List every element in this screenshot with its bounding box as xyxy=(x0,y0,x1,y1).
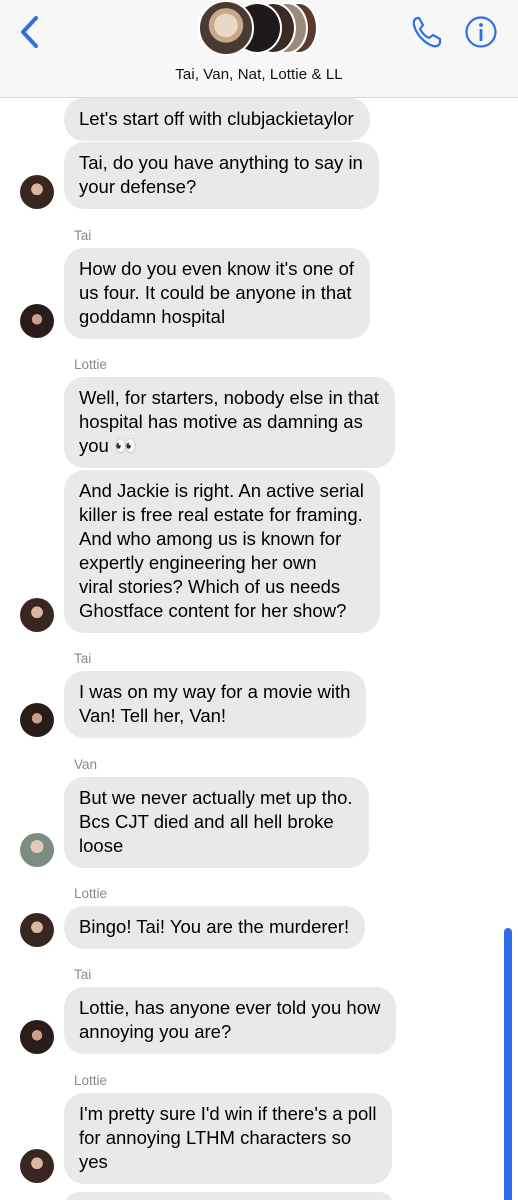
group-avatars[interactable] xyxy=(198,0,328,58)
scrollbar[interactable] xyxy=(504,928,512,1200)
conversation-title[interactable]: Tai, Van, Nat, Lottie & LL xyxy=(0,66,518,83)
sender-name: Van xyxy=(74,757,98,772)
chevron-left-icon[interactable] xyxy=(14,14,46,50)
lottie-avatar[interactable] xyxy=(20,913,54,947)
phone-icon[interactable] xyxy=(410,14,444,50)
lottie-avatar[interactable] xyxy=(20,1149,54,1183)
info-icon[interactable] xyxy=(464,15,498,49)
sender-name: Lottie xyxy=(74,357,108,372)
lottie-avatar[interactable] xyxy=(20,175,54,209)
group-avatar-1 xyxy=(198,0,254,56)
message-bubble[interactable]: I was on my way for a movie with Van! Te… xyxy=(64,671,367,738)
message-bubble[interactable]: I'm pretty sure I'd win if there's a pol… xyxy=(64,1093,393,1184)
sender-name: Lottie xyxy=(74,886,108,901)
conversation-header: Tai, Van, Nat, Lottie & LL xyxy=(0,0,518,98)
tai-avatar[interactable] xyxy=(20,1020,54,1054)
message-bubble[interactable]: Well, for starters, nobody else in that … xyxy=(64,377,395,468)
message-thread[interactable]: Let's start off with clubjackietaylor Ta… xyxy=(0,98,518,1200)
sender-name: Tai xyxy=(74,651,92,666)
message-bubble[interactable]: And Jackie is right. An active serial ki… xyxy=(64,470,380,633)
message-bubble[interactable]: Tai, do you have anything to say in your… xyxy=(64,142,379,209)
message-bubble[interactable]: Let's start off with clubjackietaylor xyxy=(64,98,370,141)
lottie-avatar[interactable] xyxy=(20,598,54,632)
message-bubble[interactable]: Lottie, has anyone ever told you how ann… xyxy=(64,987,397,1054)
sender-name: Lottie xyxy=(74,1073,108,1088)
sender-name: Tai xyxy=(74,228,92,243)
message-bubble[interactable]: Bingo! Tai! You are the murderer! xyxy=(64,906,366,949)
tai-avatar[interactable] xyxy=(20,304,54,338)
sender-name: Tai xyxy=(74,967,92,982)
message-bubble-partial[interactable] xyxy=(64,1192,394,1200)
message-bubble[interactable]: But we never actually met up tho. Bcs CJ… xyxy=(64,777,369,868)
message-bubble[interactable]: How do you even know it's one of us four… xyxy=(64,248,371,339)
tai-avatar[interactable] xyxy=(20,703,54,737)
van-avatar[interactable] xyxy=(20,833,54,867)
